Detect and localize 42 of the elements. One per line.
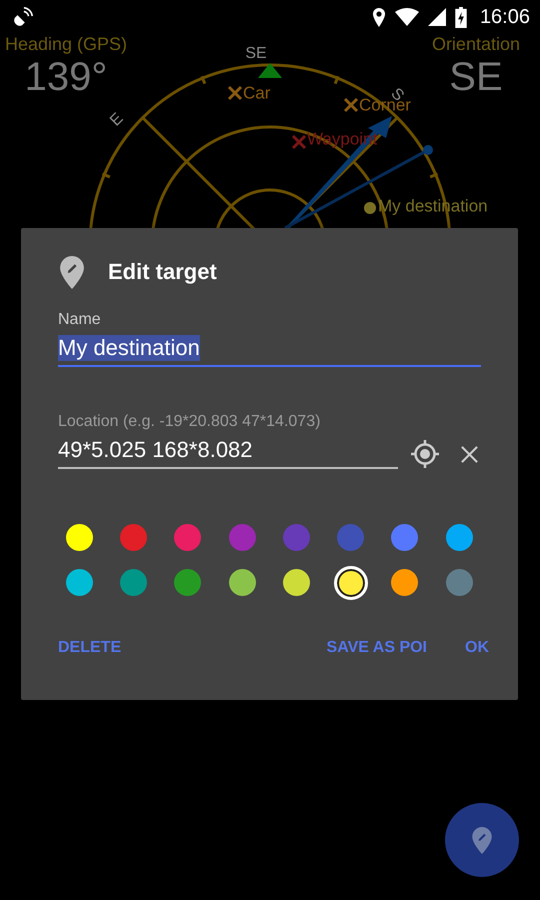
color-swatch[interactable]	[282, 569, 310, 596]
dialog-button[interactable]: DELETE	[50, 631, 130, 665]
compass-label: SE	[245, 45, 267, 62]
name-label: Name	[58, 311, 102, 329]
battery-charging-icon	[454, 6, 467, 28]
heading-value: 139°	[24, 55, 108, 99]
location-icon	[372, 8, 386, 26]
color-swatch[interactable]	[174, 569, 202, 596]
gps-signal-icon	[12, 6, 34, 28]
color-swatch[interactable]	[66, 524, 93, 551]
orientation-value: SE	[449, 55, 503, 99]
dialog-button[interactable]: OK	[457, 631, 497, 665]
color-swatch[interactable]	[120, 569, 147, 596]
location-label: Location (e.g. -19*20.803 47*14.073)	[58, 413, 322, 431]
color-swatch[interactable]	[337, 524, 364, 551]
name-input-field[interactable]: My destination	[58, 329, 481, 367]
orientation-label: Orientation	[432, 34, 520, 55]
heading-label: Heading (GPS)	[5, 34, 128, 55]
pin-edit-icon	[472, 826, 492, 854]
color-swatch[interactable]	[66, 569, 93, 596]
dialog-title: Edit target	[108, 259, 217, 285]
color-swatch[interactable]	[334, 566, 368, 600]
dialog-button[interactable]: SAVE AS POI	[318, 631, 435, 665]
location-input-field[interactable]: 49*5.025 168*8.082	[58, 431, 398, 469]
clock-time: 16:06	[480, 6, 530, 28]
color-swatch[interactable]	[282, 524, 310, 551]
color-swatch[interactable]	[391, 569, 418, 596]
color-swatch[interactable]	[391, 524, 418, 551]
color-swatch[interactable]	[446, 524, 473, 551]
compass-label: E	[107, 110, 127, 130]
wifi-icon	[394, 8, 419, 26]
heading-marker-icon	[258, 63, 282, 78]
close-icon[interactable]	[460, 444, 479, 464]
color-swatch[interactable]	[228, 569, 256, 596]
pin-edit-icon	[60, 256, 84, 288]
color-swatch[interactable]	[446, 569, 473, 596]
target-label: Car	[243, 83, 270, 102]
color-swatch[interactable]	[174, 524, 202, 551]
color-swatch[interactable]	[120, 524, 147, 551]
cell-signal-icon	[428, 8, 446, 26]
color-swatch[interactable]	[228, 524, 256, 551]
gps-crosshair-icon[interactable]	[410, 439, 440, 469]
